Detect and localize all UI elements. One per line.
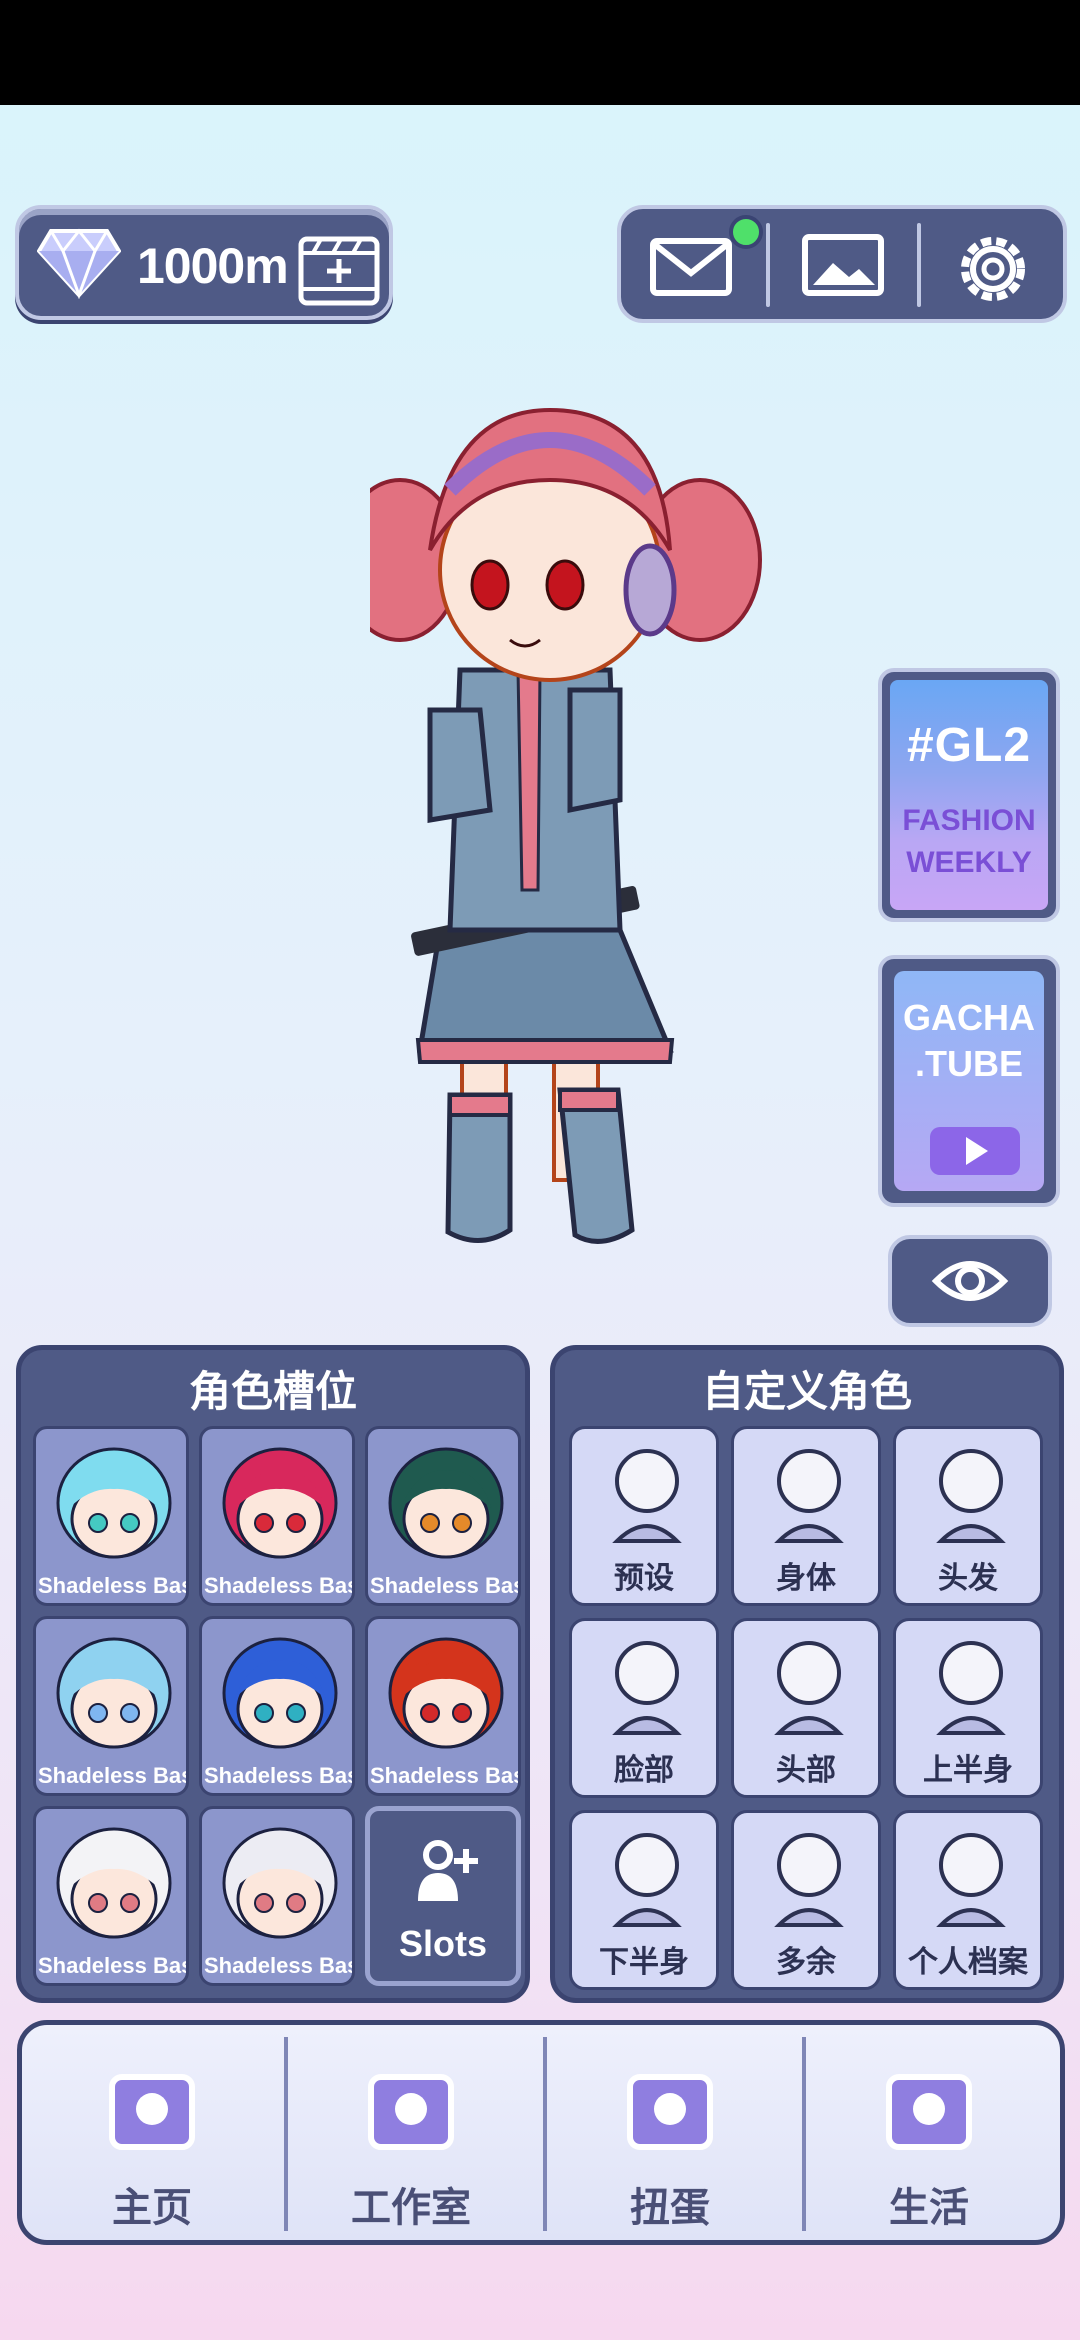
- face-icon: [612, 1641, 682, 1735]
- slot-name: Shadeless Base: [38, 1573, 186, 1598]
- gl2-hashtag: #GL2: [906, 719, 1032, 772]
- slot-name: Shadeless Base: [204, 1573, 352, 1598]
- studio-icon: [368, 2074, 454, 2150]
- slots-title: 角色槽位: [188, 1367, 357, 1416]
- avatar: [56, 1447, 172, 1559]
- add-video-icon[interactable]: [297, 235, 381, 307]
- settings-icon: [961, 237, 1025, 301]
- mail-icon: [650, 238, 732, 296]
- gallery-icon: [802, 234, 884, 296]
- slot-name: Shadeless Base: [38, 1763, 186, 1788]
- character-slot[interactable]: Shadeless Base: [33, 1806, 189, 1986]
- status-bar: [0, 0, 1080, 105]
- custom-title: 自定义角色: [701, 1367, 912, 1416]
- slot-name: Shadeless Base: [204, 1953, 352, 1978]
- custom-item-head-accessory[interactable]: 头部: [731, 1618, 881, 1798]
- character-slot[interactable]: Shadeless Base: [365, 1616, 521, 1796]
- slot-name: Shadeless Base: [204, 1763, 352, 1788]
- custom-item-preset[interactable]: 预设: [569, 1426, 719, 1606]
- bottom-navigation: 主页 工作室 扭蛋 生活: [17, 2020, 1065, 2245]
- nav-label: 工作室: [351, 2185, 471, 2231]
- character-slot[interactable]: Shadeless Base: [33, 1616, 189, 1796]
- mail-button[interactable]: [631, 215, 763, 313]
- nav-label: 主页: [112, 2185, 192, 2231]
- divider: [917, 223, 921, 307]
- custom-item-extra[interactable]: 多余: [731, 1810, 881, 1990]
- top-toolbar: [617, 205, 1067, 323]
- custom-item-hair[interactable]: 头发: [893, 1426, 1043, 1606]
- character-slot[interactable]: Shadeless Base: [199, 1806, 355, 1986]
- hair-icon: [936, 1449, 1006, 1543]
- custom-item-label: 预设: [614, 1561, 674, 1596]
- custom-item-label: 脸部: [614, 1753, 674, 1788]
- nav-life[interactable]: 生活: [799, 2025, 1059, 2240]
- character-slot[interactable]: Shadeless Base: [199, 1616, 355, 1796]
- avatar: [222, 1447, 338, 1559]
- currency-panel: 1000m: [15, 205, 393, 320]
- custom-item-label: 头部: [776, 1753, 836, 1788]
- gacha-line2: .TUBE: [915, 1043, 1023, 1084]
- character-slot[interactable]: Shadeless Base: [199, 1426, 355, 1606]
- lower-body-icon: [612, 1833, 682, 1927]
- character-slot[interactable]: Shadeless Base: [365, 1426, 521, 1606]
- body-icon: [774, 1449, 844, 1543]
- profile-icon: [936, 1833, 1006, 1927]
- gallery-button[interactable]: [783, 217, 903, 313]
- nav-label: 生活: [889, 2185, 969, 2231]
- add-slots-button[interactable]: Slots: [365, 1806, 521, 1986]
- slot-name: Shadeless Base: [38, 1953, 186, 1978]
- gacha-tube-button[interactable]: GACHA .TUBE: [878, 955, 1060, 1207]
- divider: [766, 223, 770, 307]
- custom-item-label: 上半身: [923, 1753, 1013, 1788]
- add-slots-label: Slots: [398, 1923, 487, 1964]
- head-accessory-icon: [774, 1641, 844, 1735]
- custom-item-label: 头发: [938, 1561, 998, 1596]
- custom-item-label: 个人档案: [908, 1945, 1028, 1980]
- nav-label: 扭蛋: [630, 2185, 710, 2231]
- custom-item-lower-body[interactable]: 下半身: [569, 1810, 719, 1990]
- gacha-icon: [627, 2074, 713, 2150]
- avatar: [388, 1637, 504, 1749]
- gl2-line2: WEEKLY: [906, 846, 1032, 879]
- gl2-line1: FASHION: [902, 804, 1036, 837]
- gacha-line1: GACHA: [903, 997, 1035, 1038]
- character-slots-panel: 角色槽位 Shadeless Base Shadeless Base Shade…: [16, 1345, 530, 2003]
- toggle-visibility-button[interactable]: [888, 1235, 1052, 1327]
- upper-body-icon: [936, 1641, 1006, 1735]
- avatar: [388, 1447, 504, 1559]
- currency-amount: 1000m: [137, 238, 289, 294]
- eye-icon: [931, 1261, 1009, 1301]
- character-slot[interactable]: Shadeless Base: [33, 1426, 189, 1606]
- avatar: [56, 1827, 172, 1939]
- nav-studio[interactable]: 工作室: [281, 2025, 541, 2240]
- avatar: [222, 1827, 338, 1939]
- preset-icon: [612, 1449, 682, 1543]
- custom-character-panel: 自定义角色 预设 身体 头发 脸部 头部 上半身 下半身 多余 个人档案: [550, 1345, 1064, 2003]
- nav-gacha[interactable]: 扭蛋: [540, 2025, 800, 2240]
- nav-home[interactable]: 主页: [22, 2025, 282, 2240]
- life-icon: [886, 2074, 972, 2150]
- custom-item-body[interactable]: 身体: [731, 1426, 881, 1606]
- fashion-weekly-button[interactable]: #GL2 FASHION WEEKLY: [878, 668, 1060, 922]
- custom-item-label: 下半身: [599, 1945, 689, 1980]
- settings-button[interactable]: [933, 217, 1053, 313]
- custom-item-face[interactable]: 脸部: [569, 1618, 719, 1798]
- avatar: [222, 1637, 338, 1749]
- extra-icon: [774, 1833, 844, 1927]
- slot-name: Shadeless Base: [370, 1763, 518, 1788]
- custom-item-upper-body[interactable]: 上半身: [893, 1618, 1043, 1798]
- notification-dot: [729, 215, 763, 249]
- custom-item-label: 多余: [776, 1945, 836, 1980]
- character-preview[interactable]: [370, 370, 770, 1300]
- diamond-icon: [37, 228, 121, 299]
- slot-name: Shadeless Base: [370, 1573, 518, 1598]
- home-icon: [109, 2074, 195, 2150]
- custom-item-label: 身体: [776, 1561, 836, 1596]
- play-icon: [930, 1127, 1020, 1175]
- avatar: [56, 1637, 172, 1749]
- add-person-icon: [418, 1840, 478, 1901]
- custom-item-profile[interactable]: 个人档案: [893, 1810, 1043, 1990]
